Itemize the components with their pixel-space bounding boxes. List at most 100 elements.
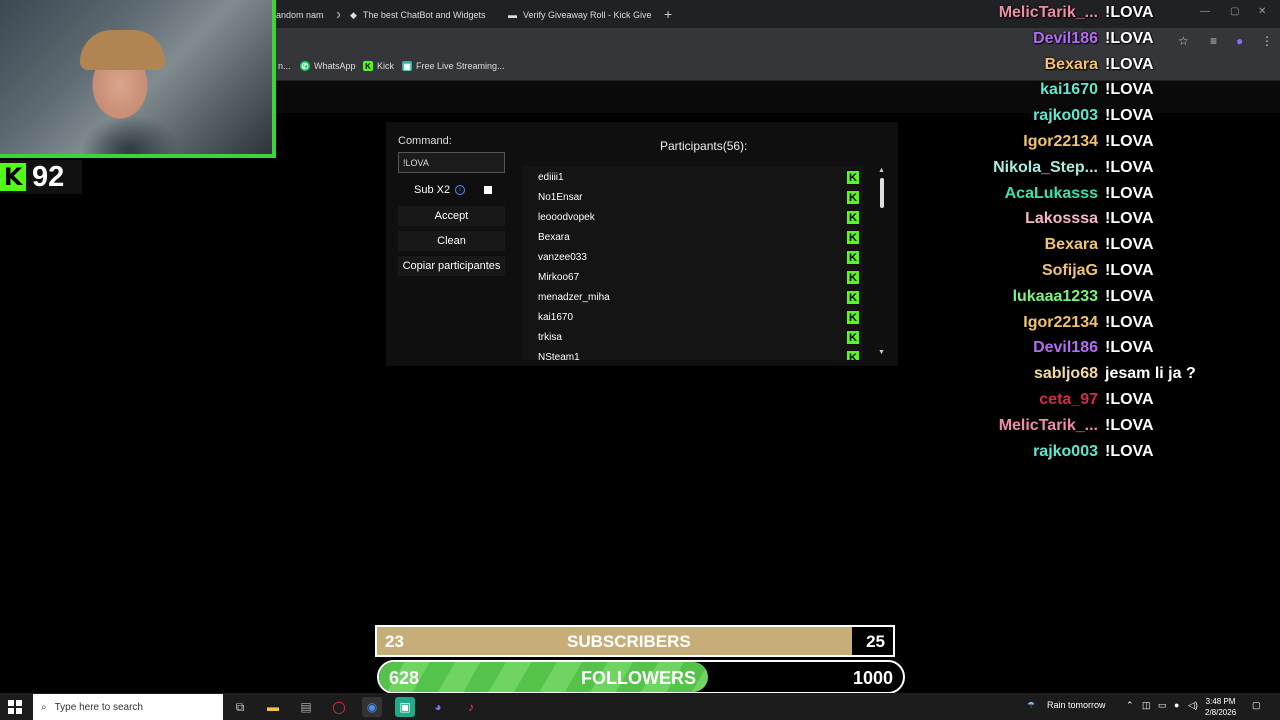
kick-badge-icon: K: [847, 291, 859, 304]
scrollbar-thumb[interactable]: [880, 178, 884, 208]
list-item[interactable]: Bexara K: [523, 228, 863, 248]
chat-username: Nikola_Step...: [993, 158, 1098, 176]
participants-list[interactable]: ediiii1 K No1Ensar K leooodvopek K Bexara K …: [523, 166, 863, 360]
chat-text: !LOVA: [1105, 29, 1154, 47]
participant-name: Mirkoo67: [538, 272, 580, 283]
chat-text: !LOVA: [1105, 262, 1154, 279]
network-icon[interactable]: ▭: [1158, 700, 1167, 711]
chat-message: MelicTarik_... !LOVA: [950, 4, 1280, 28]
opera-icon[interactable]: ◯: [329, 697, 349, 717]
info-icon[interactable]: i: [455, 185, 466, 195]
bookmark-kick[interactable]: K Kick: [363, 61, 394, 71]
close-tab-icon[interactable]: ✕: [498, 9, 499, 22]
discord-icon[interactable]: ◕: [428, 697, 448, 717]
chat-text: !LOVA: [1105, 416, 1154, 434]
tray-app-icon[interactable]: ◫: [1142, 700, 1151, 711]
list-item[interactable]: vanzee033 K: [523, 248, 863, 268]
list-item[interactable]: No1Ensar K: [523, 188, 863, 208]
list-item[interactable]: trkisa K: [523, 328, 863, 348]
chat-message: SofijaG !LOVA: [950, 262, 1280, 286]
browser-tab-active[interactable]: ▬ Verify Giveaway Roll - Kick Give ✕: [508, 4, 654, 26]
list-item[interactable]: kai1670 K: [523, 308, 863, 328]
kick-badge-icon: K: [847, 251, 859, 264]
list-item[interactable]: Mirkoo67 K: [523, 268, 863, 288]
clean-button[interactable]: Clean: [398, 231, 505, 251]
weather-text[interactable]: Rain tomorrow: [1047, 700, 1106, 710]
weather-icon[interactable]: ☂: [1027, 700, 1035, 711]
browser-tab[interactable]: andom nam ✕: [276, 4, 340, 26]
app-green-icon[interactable]: ▣: [395, 697, 415, 717]
chat-text: !LOVA: [1105, 107, 1154, 125]
chat-text: !LOVA: [1105, 442, 1154, 460]
whatsapp-icon: ✆: [300, 61, 310, 71]
subscribers-current: 23: [385, 632, 404, 651]
chat-message: sabljo68 jesam li ja ?: [950, 365, 1280, 389]
kick-badge-icon: K: [847, 331, 859, 344]
bookmark-streaming[interactable]: ▣ Free Live Streaming...: [402, 61, 505, 71]
followers-goal-bar: 628 FOLLOWERS 1000: [377, 660, 905, 694]
subscribers-target: 25: [866, 632, 885, 651]
chat-username: Bexara: [1044, 55, 1098, 73]
chat-username: MelicTarik_...: [998, 416, 1098, 434]
followers-target: 1000: [852, 668, 893, 688]
browser-tab[interactable]: ◆ The best ChatBot and Widgets ✕: [350, 4, 498, 26]
scroll-down-arrow-icon[interactable]: ▼: [878, 349, 885, 356]
streaming-icon: ▣: [402, 61, 412, 71]
bookmark-label: n...: [278, 61, 291, 71]
chat-text: !LOVA: [1105, 81, 1154, 99]
sub-x2-row: Sub X2 i: [414, 184, 466, 196]
chat-username: Igor22134: [1023, 313, 1098, 331]
chat-message: rajko003 !LOVA: [950, 443, 1280, 467]
bookmark-label: WhatsApp: [314, 61, 356, 71]
chat-text: !LOVA: [1105, 236, 1154, 254]
list-item[interactable]: leooodvopek K: [523, 208, 863, 228]
chat-text: !LOVA: [1105, 210, 1154, 228]
windows-start-icon[interactable]: [8, 700, 22, 714]
close-tab-icon[interactable]: ✕: [336, 9, 340, 22]
bookmark-whatsapp[interactable]: ✆ WhatsApp: [300, 61, 356, 71]
chat-text: jesam li ja ?: [1105, 365, 1196, 383]
microphone-icon[interactable]: ●: [1174, 700, 1179, 710]
chrome-icon[interactable]: ◉: [362, 697, 382, 717]
command-input[interactable]: [398, 152, 505, 173]
file-explorer-icon[interactable]: ▬: [263, 697, 283, 717]
webcam-feed: [0, 0, 276, 158]
chat-username: rajko003: [1033, 442, 1098, 460]
list-item[interactable]: ediiii1 K: [523, 168, 863, 188]
chat-message: kai1670 !LOVA: [950, 81, 1280, 105]
task-view-icon[interactable]: ⧉: [230, 697, 250, 717]
tray-chevron-icon[interactable]: ⌃: [1126, 700, 1134, 711]
notifications-icon[interactable]: ▢: [1252, 700, 1261, 711]
chat-message: Devil186 !LOVA: [950, 339, 1280, 363]
kick-badge-icon: K: [847, 211, 859, 224]
volume-icon[interactable]: ◁): [1188, 700, 1198, 711]
bookmark[interactable]: n...: [278, 61, 291, 71]
tab-label: The best ChatBot and Widgets: [362, 10, 486, 20]
tab-label: Verify Giveaway Roll - Kick Give: [523, 10, 652, 20]
chat-message: Igor22134 !LOVA: [950, 133, 1280, 157]
kick-badge-icon: K: [847, 171, 859, 184]
chat-username: Devil186: [1033, 339, 1098, 357]
taskbar-search-input[interactable]: ⌕ Type here to search: [33, 694, 223, 720]
subscribers-goal-bar: 23 SUBSCRIBERS 25: [375, 625, 895, 657]
chat-username: rajko003: [1033, 107, 1098, 125]
kick-icon: K: [363, 61, 373, 71]
chat-username: MelicTarik_...: [998, 4, 1098, 21]
chat-text: !LOVA: [1105, 287, 1154, 305]
taskbar-clock[interactable]: 3:48 PM 2/8/2026: [1205, 696, 1236, 718]
scroll-up-arrow-icon[interactable]: ▲: [878, 167, 885, 174]
new-tab-button[interactable]: +: [664, 6, 672, 22]
list-item[interactable]: menadzer_miha K: [523, 288, 863, 308]
chat-message: ceta_97 !LOVA: [950, 391, 1280, 415]
windows-taskbar: ⌕ Type here to search ⧉ ▬ ▤ ◯ ◉ ▣ ◕ ♪ ☂ …: [0, 693, 1280, 720]
app-icon[interactable]: ▤: [296, 697, 316, 717]
subscribers-label: SUBSCRIBERS: [567, 632, 691, 651]
sub-x2-checkbox[interactable]: [484, 186, 492, 194]
list-item[interactable]: NSteam1 K: [523, 348, 863, 360]
chat-message: MelicTarik_... !LOVA: [950, 417, 1280, 441]
kick-badge-icon: K: [847, 191, 859, 204]
diamond-icon: ◆: [350, 9, 357, 20]
accept-button[interactable]: Accept: [398, 206, 505, 226]
tiktok-icon[interactable]: ♪: [461, 697, 481, 717]
copy-participants-button[interactable]: Copiar participantes: [398, 256, 505, 276]
